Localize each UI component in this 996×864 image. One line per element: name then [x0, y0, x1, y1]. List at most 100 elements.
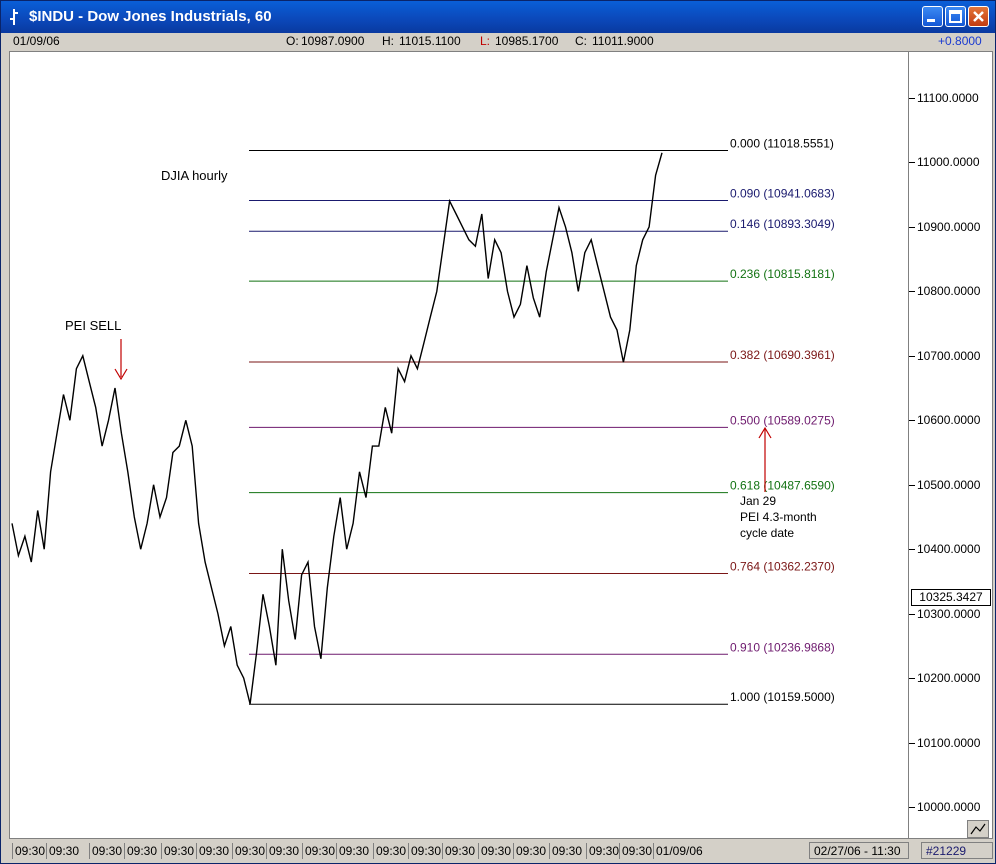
y-axis-label: 10000.0000	[917, 800, 981, 814]
y-axis-tick	[909, 226, 915, 228]
time-axis-label: 09:30	[411, 844, 442, 858]
time-axis-label: 09:30	[552, 844, 583, 858]
zoom-icon[interactable]	[967, 820, 989, 838]
y-axis-label: 10500.0000	[917, 477, 981, 492]
fib-level-label: 0.000 (11018.5551)	[730, 136, 834, 150]
minimize-icon	[927, 19, 935, 22]
ohlc-info-bar: 01/09/06 O: 10987.0900 H: 11015.1100 L: …	[9, 33, 993, 51]
fib-level-label: 0.500 (10589.0275)	[730, 413, 835, 427]
fib-level-label: 0.618 (10487.6590)	[730, 479, 835, 493]
title-bar[interactable]: $INDU - Dow Jones Industrials, 60	[1, 1, 995, 33]
fib-level-label: 0.236 (10815.8181)	[730, 267, 835, 281]
time-axis-label: 09:30	[339, 844, 370, 858]
y-axis-label: 10100.0000	[917, 735, 981, 750]
y-axis-tick	[909, 355, 915, 357]
chart-annotation-title: DJIA hourly	[161, 168, 228, 183]
cursor-date-box: 02/27/06 - 11:30	[809, 842, 909, 859]
time-axis-label: 09:30	[164, 844, 195, 858]
time-axis-separator	[196, 843, 197, 859]
minimize-button[interactable]	[922, 6, 943, 27]
close-label: C:	[575, 34, 587, 48]
close-value: 11011.9000	[592, 34, 654, 48]
chart-app-icon	[10, 9, 18, 25]
time-axis-separator	[336, 843, 337, 859]
time-axis-label: 09:30	[49, 844, 80, 858]
time-axis-separator	[124, 843, 125, 859]
time-axis-separator	[513, 843, 514, 859]
y-axis-label: 11100.0000	[917, 91, 979, 105]
time-axis-label: 09:30	[127, 844, 158, 858]
fib-level-label: 0.910 (10236.9868)	[730, 640, 835, 654]
time-axis-label: 09:30	[589, 844, 620, 858]
time-axis-label: 09:30	[235, 844, 266, 858]
time-axis-label: 09:30	[481, 844, 512, 858]
low-value: 10985.1700	[495, 34, 559, 48]
y-axis-label: 10200.0000	[917, 671, 981, 686]
y-axis-label: 10300.0000	[917, 606, 981, 621]
sell-annotation: PEI SELL	[65, 318, 121, 333]
y-axis-label: 10900.0000	[917, 219, 981, 234]
price-chart-area[interactable]: 0.000 (11018.5551) 0.090 (10941.0683) 0.14…	[9, 51, 909, 839]
time-axis-label: 09:30	[269, 844, 300, 858]
fib-level-label: 0.090 (10941.0683)	[730, 186, 835, 200]
y-axis-tick	[909, 613, 915, 615]
maximize-icon	[949, 10, 962, 23]
time-axis: 09:30 09:30 09:30 09:30 09:30 09:30 09:30 09:30…	[9, 841, 993, 861]
time-axis-label: 09:30	[622, 844, 653, 858]
price-axis[interactable]: 11100.0000 11000.0000 10900.0000 10800.0000…	[909, 51, 993, 839]
y-axis-tick	[909, 807, 915, 808]
open-label: O:	[286, 34, 299, 48]
time-axis-separator	[302, 843, 303, 859]
time-axis-label: 09:30	[376, 844, 407, 858]
fib-level-label: 0.146 (10893.3049)	[730, 217, 835, 231]
fib-level-label: 0.382 (10690.3961)	[730, 348, 835, 362]
fib-level-label: 0.764 (10362.2370)	[730, 560, 835, 574]
y-axis-label: 10600.0000	[917, 413, 981, 428]
y-axis-tick	[909, 549, 915, 551]
time-axis-separator	[653, 843, 654, 859]
time-axis-label: 09:30	[199, 844, 230, 858]
fibonacci-levels: 0.000 (11018.5551) 0.090 (10941.0683) 0.14…	[249, 136, 835, 705]
time-axis-label: 01/09/06	[656, 844, 703, 858]
change-value: +0.8000	[938, 34, 982, 48]
y-axis-tick	[909, 162, 915, 164]
last-price-marker: 10325.3427	[911, 589, 991, 607]
window-title: $INDU - Dow Jones Industrials, 60	[29, 8, 272, 25]
time-axis-separator	[89, 843, 90, 859]
time-axis-separator	[478, 843, 479, 859]
y-axis-tick	[909, 420, 915, 422]
fib-level-label: 1.000 (10159.5000)	[730, 690, 835, 704]
time-axis-separator	[12, 843, 13, 859]
time-axis-separator	[46, 843, 47, 859]
maximize-button[interactable]	[945, 6, 966, 27]
y-axis-label: 10700.0000	[917, 348, 981, 363]
y-axis-label: 10400.0000	[917, 542, 981, 557]
record-count-box: #21229	[921, 842, 993, 859]
cycle-note-line-1: Jan 29	[740, 494, 776, 508]
chart-window: $INDU - Dow Jones Industrials, 60 01/09/…	[0, 0, 996, 864]
time-axis-label: 09:30	[516, 844, 547, 858]
time-axis-separator	[442, 843, 443, 859]
time-axis-separator	[266, 843, 267, 859]
high-value: 11015.1100	[399, 34, 461, 48]
open-value: 10987.0900	[301, 34, 365, 48]
time-axis-separator	[161, 843, 162, 859]
time-axis-label: 09:30	[92, 844, 123, 858]
y-axis-tick	[909, 484, 915, 486]
cycle-note-line-2: PEI 4.3-month	[740, 510, 817, 524]
y-axis-tick	[909, 678, 915, 680]
time-axis-separator	[586, 843, 587, 859]
time-axis-separator	[373, 843, 374, 859]
price-chart: 0.000 (11018.5551) 0.090 (10941.0683) 0.14…	[11, 136, 835, 705]
y-axis-tick	[909, 291, 915, 293]
high-label: H:	[382, 34, 394, 48]
close-icon	[973, 11, 984, 22]
y-axis-tick	[909, 98, 915, 99]
y-axis-label: 10800.0000	[917, 284, 981, 299]
time-axis-separator	[619, 843, 620, 859]
time-axis-label: 09:30	[445, 844, 476, 858]
close-button[interactable]	[968, 6, 989, 27]
cycle-note-line-3: cycle date	[740, 526, 794, 540]
low-label: L:	[480, 34, 491, 48]
bar-date: 01/09/06	[13, 34, 60, 48]
